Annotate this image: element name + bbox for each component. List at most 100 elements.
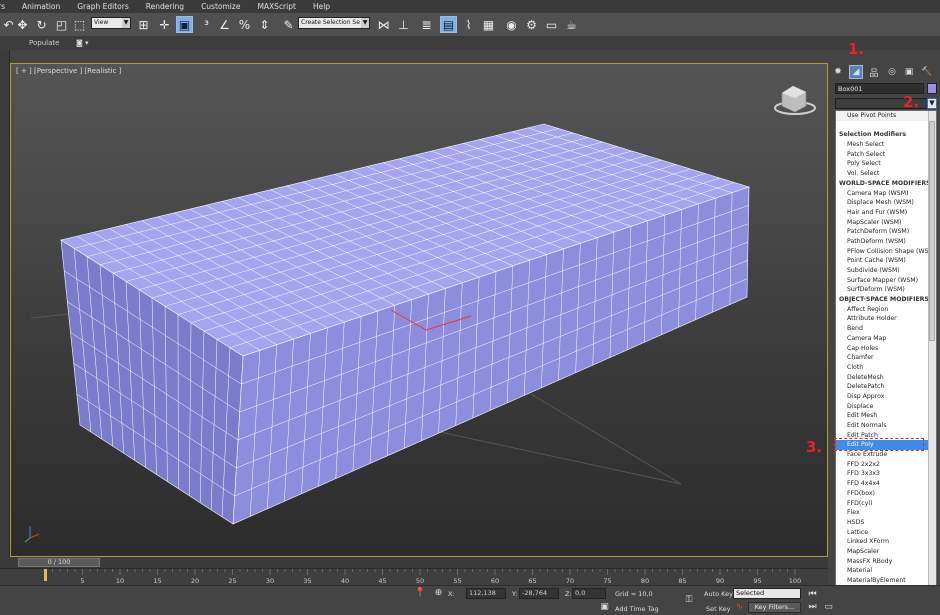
- modifier-list-item[interactable]: Cap Holes: [836, 344, 936, 354]
- schematic-view-icon[interactable]: ▦: [480, 16, 497, 33]
- menu-item-maxscript[interactable]: MAXScript: [257, 2, 296, 11]
- auto-key-button[interactable]: Auto Key: [704, 590, 733, 598]
- key-filter-icon[interactable]: ∿: [733, 601, 746, 614]
- modifier-list-item[interactable]: FFD(cyl): [836, 499, 936, 509]
- modifier-list-item[interactable]: Displace: [836, 402, 936, 412]
- ribbon-options-dropdown[interactable]: ◙ ▾: [76, 39, 89, 47]
- modifier-list-item[interactable]: Point Cache (WSM): [836, 256, 936, 266]
- track-bar[interactable]: 5 10 15 20 25 30 35 40 45 50 55 60 65 70 75 80 85 90 95 100: [0, 568, 828, 585]
- menu-item-animation[interactable]: Animation: [22, 2, 60, 11]
- z-coordinate-field[interactable]: 0,0: [572, 588, 606, 599]
- y-coordinate-field[interactable]: -28,764: [519, 588, 559, 599]
- time-tag-icon[interactable]: ▣: [598, 601, 611, 614]
- key-icon[interactable]: ⚿: [680, 594, 698, 607]
- modifier-list-item[interactable]: FFD 2x2x2: [836, 460, 936, 470]
- modifier-list-item[interactable]: Bend: [836, 324, 936, 334]
- modifier-list-item[interactable]: DeleteMesh: [836, 373, 936, 383]
- modifier-list-item[interactable]: Face Extrude: [836, 450, 936, 460]
- render-setup-icon[interactable]: ⚙: [523, 16, 540, 33]
- modifier-list-item[interactable]: FFD(box): [836, 489, 936, 499]
- populate-tab[interactable]: Populate: [29, 39, 59, 47]
- modifier-list-item[interactable]: Lattice: [836, 528, 936, 538]
- key-filters-button[interactable]: Key Filters...: [748, 602, 801, 613]
- modifier-list-item[interactable]: Linked XForm: [836, 537, 936, 547]
- menu-item-rendering[interactable]: Rendering: [146, 2, 184, 11]
- scrollbar-thumb[interactable]: [929, 121, 935, 341]
- lock-selection-icon[interactable]: 📍: [414, 587, 427, 600]
- menu-item-rendering-prefix[interactable]: rs: [0, 2, 5, 11]
- modifier-list-item[interactable]: SurfDeform (WSM): [836, 285, 936, 295]
- modifier-list-arrow-icon[interactable]: ▼: [927, 98, 937, 109]
- modifier-list-item[interactable]: Mesh Select: [836, 140, 936, 150]
- modifier-list-item[interactable]: Displace Mesh (WSM): [836, 198, 936, 208]
- selection-set-dropdown[interactable]: Create Selection Se ▼: [298, 17, 370, 29]
- select-move-icon[interactable]: ✥: [14, 16, 31, 33]
- align-icon[interactable]: ⊥: [395, 16, 412, 33]
- time-slider[interactable]: 0 / 100: [0, 557, 828, 568]
- modifier-list-item[interactable]: FFD 3x3x3: [836, 469, 936, 479]
- angle-snap-icon[interactable]: ∠: [216, 16, 233, 33]
- percent-snap-icon[interactable]: %: [236, 16, 253, 33]
- modifier-list-item[interactable]: Affect Region: [836, 305, 936, 315]
- modify-tab-icon[interactable]: ◢: [849, 65, 863, 79]
- layer-manager-icon[interactable]: ≣: [418, 16, 435, 33]
- create-tab-icon[interactable]: ✹: [831, 65, 845, 79]
- current-frame-marker[interactable]: [44, 569, 47, 581]
- absolute-mode-icon[interactable]: ⊕: [432, 587, 445, 600]
- select-object-icon[interactable]: ⬚: [71, 16, 88, 33]
- snap-toggle-icon[interactable]: ³: [198, 16, 215, 33]
- select-rotate-icon[interactable]: ↻: [33, 16, 50, 33]
- menu-item-customize[interactable]: Customize: [201, 2, 240, 11]
- object-color-swatch[interactable]: [927, 83, 937, 94]
- modifier-list-item[interactable]: DeletePatch: [836, 382, 936, 392]
- menu-item-help[interactable]: Help: [313, 2, 330, 11]
- edit-named-selection-icon[interactable]: ✎: [280, 16, 297, 33]
- add-time-tag-button[interactable]: Add Time Tag: [615, 605, 659, 613]
- modifier-list-item[interactable]: Chamfer: [836, 353, 936, 363]
- modifier-list-item[interactable]: MapScaler (WSM): [836, 218, 936, 228]
- modifier-list-item[interactable]: FFD 4x4x4: [836, 479, 936, 489]
- key-mode-toggle-icon[interactable]: ⏭: [806, 601, 819, 614]
- go-to-start-icon[interactable]: ⏮: [806, 588, 819, 601]
- modifier-list-item[interactable]: HSDS: [836, 518, 936, 528]
- modifier-list-item[interactable]: PathDeform (WSM): [836, 237, 936, 247]
- rendered-frame-window-icon[interactable]: ▭: [543, 16, 560, 33]
- select-scale-icon[interactable]: ◰: [53, 16, 70, 33]
- modifier-list-item[interactable]: Poly Select: [836, 159, 936, 169]
- set-key-button[interactable]: Set Key: [706, 605, 731, 613]
- display-tab-icon[interactable]: ▣: [902, 65, 916, 79]
- modifier-list-item[interactable]: Flex: [836, 508, 936, 518]
- modifier-list-item[interactable]: PatchDeform (WSM): [836, 227, 936, 237]
- motion-tab-icon[interactable]: ◎: [885, 65, 899, 79]
- x-coordinate-field[interactable]: 112,138: [466, 588, 506, 599]
- modifier-list-item[interactable]: Edit Mesh: [836, 411, 936, 421]
- modifier-list-item[interactable]: PFlow Collision Shape (WSM): [836, 247, 936, 257]
- modifier-list-item[interactable]: Cloth: [836, 363, 936, 373]
- select-manipulate-icon[interactable]: ✛: [156, 16, 173, 33]
- curve-editor-icon[interactable]: ⌇: [460, 16, 477, 33]
- modifier-list-item[interactable]: Material: [836, 566, 936, 576]
- perspective-viewport[interactable]: [ + ] [Perspective ] [Realistic ]: [10, 63, 828, 557]
- modifier-list-item[interactable]: Vol. Select: [836, 169, 936, 179]
- modifier-list-item[interactable]: MassFX RBody: [836, 557, 936, 567]
- key-mode-selected-dropdown[interactable]: Selected: [733, 588, 801, 599]
- spinner-snap-icon[interactable]: ⇕: [256, 16, 273, 33]
- modifier-list-item[interactable]: Patch Select: [836, 150, 936, 160]
- utilities-tab-icon[interactable]: 🔨: [920, 65, 934, 79]
- modifier-list-item[interactable]: Camera Map: [836, 334, 936, 344]
- material-editor-icon[interactable]: ◉: [503, 16, 520, 33]
- viewcube-icon[interactable]: [774, 85, 816, 115]
- menu-item-graph-editors[interactable]: Graph Editors: [77, 2, 129, 11]
- render-production-icon[interactable]: ☕: [563, 16, 580, 33]
- modifier-list-item[interactable]: Use Pivot Points: [836, 111, 936, 121]
- hierarchy-tab-icon[interactable]: 品: [867, 65, 881, 79]
- time-slider-knob[interactable]: 0 / 100: [18, 558, 100, 567]
- current-frame-field[interactable]: ▭: [822, 601, 835, 614]
- graphite-toolbar-icon[interactable]: ▤: [440, 16, 457, 33]
- modifier-list-item[interactable]: Hair and Fur (WSM): [836, 208, 936, 218]
- modifier-list-item[interactable]: Attribute Holder: [836, 314, 936, 324]
- modifier-list-item[interactable]: Edit Normals: [836, 421, 936, 431]
- modifier-list-item[interactable]: Disp Approx: [836, 392, 936, 402]
- keyboard-shortcut-icon[interactable]: ▣: [176, 16, 193, 33]
- modifier-list-item[interactable]: Subdivide (WSM): [836, 266, 936, 276]
